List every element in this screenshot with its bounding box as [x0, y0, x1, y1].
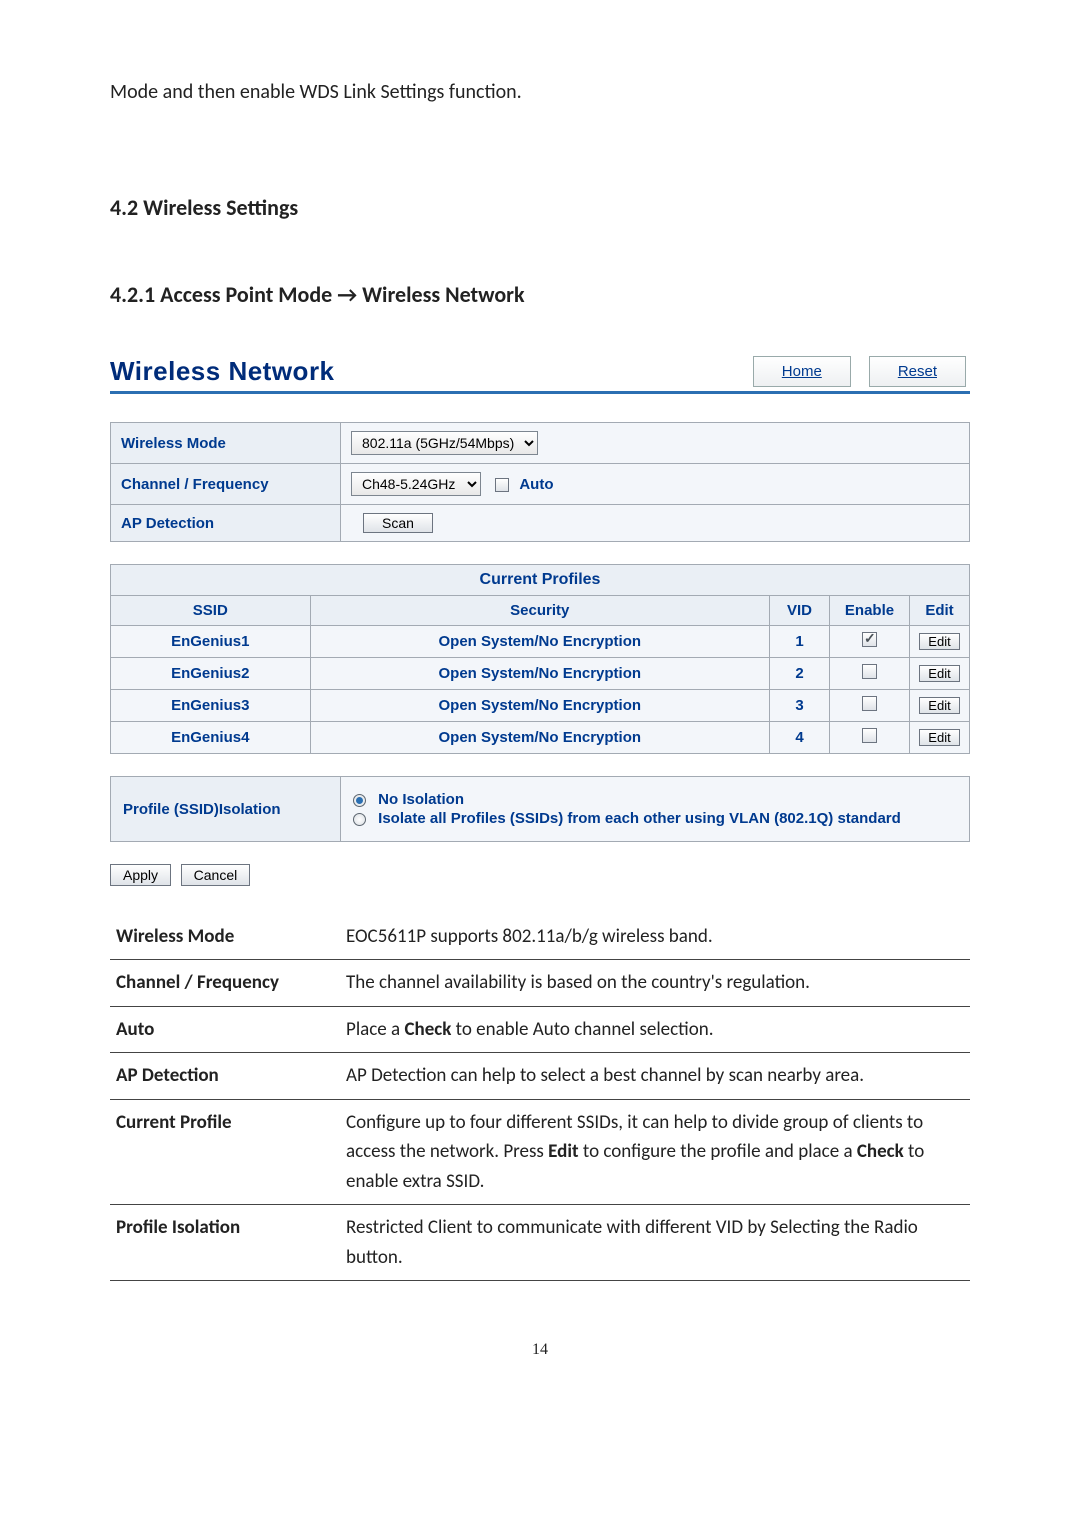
col-security: Security	[310, 596, 769, 626]
security-cell: Open System/No Encryption	[310, 626, 769, 658]
desc-key: Profile Isolation	[110, 1205, 340, 1281]
iso-radio-no-isolation[interactable]	[353, 794, 366, 807]
heading-4-2-1: 4.2.1 Access Point Mode → Wireless Netwo…	[110, 281, 970, 308]
cancel-button[interactable]: Cancel	[181, 864, 251, 886]
wireless-network-panel: Wireless Network Home Reset Wireless Mod…	[110, 348, 970, 886]
col-enable: Enable	[830, 596, 910, 626]
home-button[interactable]: Home	[753, 356, 851, 387]
panel-header: Wireless Network Home Reset	[110, 348, 970, 394]
auto-checkbox[interactable]	[495, 478, 509, 492]
desc-value: EOC5611P supports 802.11a/b/g wireless b…	[340, 914, 970, 960]
intro-text: Mode and then enable WDS Link Settings f…	[110, 80, 970, 104]
table-row: EnGenius3Open System/No Encryption3 Edit	[111, 690, 970, 722]
iso-radio-isolate-all[interactable]	[353, 813, 366, 826]
reset-button[interactable]: Reset	[869, 356, 966, 387]
col-vid: VID	[770, 596, 830, 626]
apply-row: Apply Cancel	[110, 864, 970, 886]
ssid-cell: EnGenius3	[111, 690, 311, 722]
enable-checkbox[interactable]	[862, 696, 877, 711]
heading-4-2: 4.2 Wireless Settings	[110, 194, 970, 221]
ssid-cell: EnGenius4	[111, 722, 311, 754]
vid-cell: 4	[770, 722, 830, 754]
vid-cell: 1	[770, 626, 830, 658]
table-row: EnGenius4Open System/No Encryption4 Edit	[111, 722, 970, 754]
security-cell: Open System/No Encryption	[310, 722, 769, 754]
profiles-table: Current Profiles SSID Security VID Enabl…	[110, 564, 970, 754]
config-table: Wireless Mode 802.11a (5GHz/54Mbps) Chan…	[110, 422, 970, 542]
panel-title: Wireless Network	[110, 356, 335, 387]
edit-button[interactable]: Edit	[919, 633, 959, 650]
edit-button[interactable]: Edit	[919, 729, 959, 746]
panel-actions: Home Reset	[753, 356, 966, 387]
description-table: Wireless ModeEOC5611P supports 802.11a/b…	[110, 914, 970, 1281]
wireless-mode-label: Wireless Mode	[111, 423, 341, 464]
apply-button[interactable]: Apply	[110, 864, 171, 886]
security-cell: Open System/No Encryption	[310, 690, 769, 722]
table-row: EnGenius1Open System/No Encryption1 Edit	[111, 626, 970, 658]
desc-key: Auto	[110, 1006, 340, 1052]
auto-label: Auto	[519, 476, 553, 493]
channel-select[interactable]: Ch48-5.24GHz	[351, 472, 481, 496]
iso-opt1-text: No Isolation	[378, 791, 464, 808]
col-edit: Edit	[910, 596, 970, 626]
isolation-table: Profile (SSID)Isolation No Isolation Iso…	[110, 776, 970, 842]
desc-key: Channel / Frequency	[110, 960, 340, 1006]
vid-cell: 3	[770, 690, 830, 722]
ssid-cell: EnGenius2	[111, 658, 311, 690]
profiles-caption: Current Profiles	[110, 564, 970, 595]
channel-label: Channel / Frequency	[111, 464, 341, 505]
desc-value: Place a Check to enable Auto channel sel…	[340, 1006, 970, 1052]
enable-checkbox[interactable]	[862, 664, 877, 679]
vid-cell: 2	[770, 658, 830, 690]
enable-checkbox[interactable]	[862, 728, 877, 743]
scan-button[interactable]: Scan	[363, 513, 433, 533]
wireless-mode-select[interactable]: 802.11a (5GHz/54Mbps)	[351, 431, 538, 455]
edit-button[interactable]: Edit	[919, 665, 959, 682]
col-ssid: SSID	[111, 596, 311, 626]
iso-opt2-text: Isolate all Profiles (SSIDs) from each o…	[378, 810, 901, 827]
desc-key: AP Detection	[110, 1053, 340, 1099]
table-row: EnGenius2Open System/No Encryption2 Edit	[111, 658, 970, 690]
security-cell: Open System/No Encryption	[310, 658, 769, 690]
isolation-label: Profile (SSID)Isolation	[111, 777, 341, 842]
desc-value: AP Detection can help to select a best c…	[340, 1053, 970, 1099]
enable-checkbox[interactable]	[862, 632, 877, 647]
desc-key: Wireless Mode	[110, 914, 340, 960]
edit-button[interactable]: Edit	[919, 697, 959, 714]
desc-value: The channel availability is based on the…	[340, 960, 970, 1006]
ap-detection-label: AP Detection	[111, 505, 341, 542]
page-number: 14	[110, 1341, 970, 1359]
desc-value: Configure up to four different SSIDs, it…	[340, 1099, 970, 1204]
ssid-cell: EnGenius1	[111, 626, 311, 658]
desc-key: Current Profile	[110, 1099, 340, 1204]
desc-value: Restricted Client to communicate with di…	[340, 1205, 970, 1281]
